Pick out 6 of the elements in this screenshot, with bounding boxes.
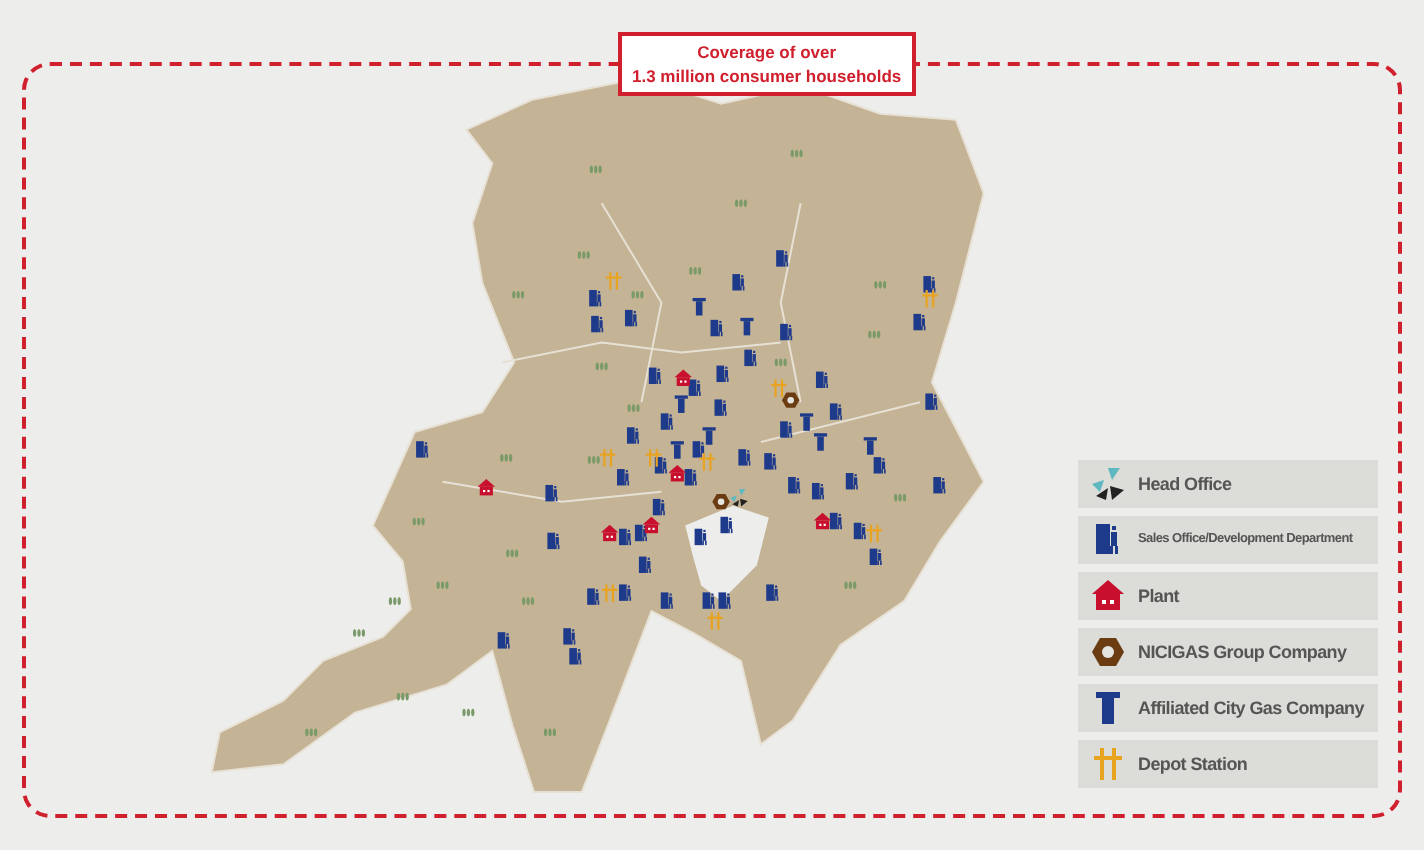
legend-label: Head Office bbox=[1138, 475, 1232, 493]
coverage-note: Coverage of over 1.3 million consumer households bbox=[618, 32, 916, 96]
legend-label: NICIGAS Group Company bbox=[1138, 643, 1347, 661]
legend-label: Depot Station bbox=[1138, 755, 1248, 773]
legend-label: Affiliated City Gas Company bbox=[1138, 699, 1364, 717]
legend-label: Plant bbox=[1138, 587, 1180, 605]
